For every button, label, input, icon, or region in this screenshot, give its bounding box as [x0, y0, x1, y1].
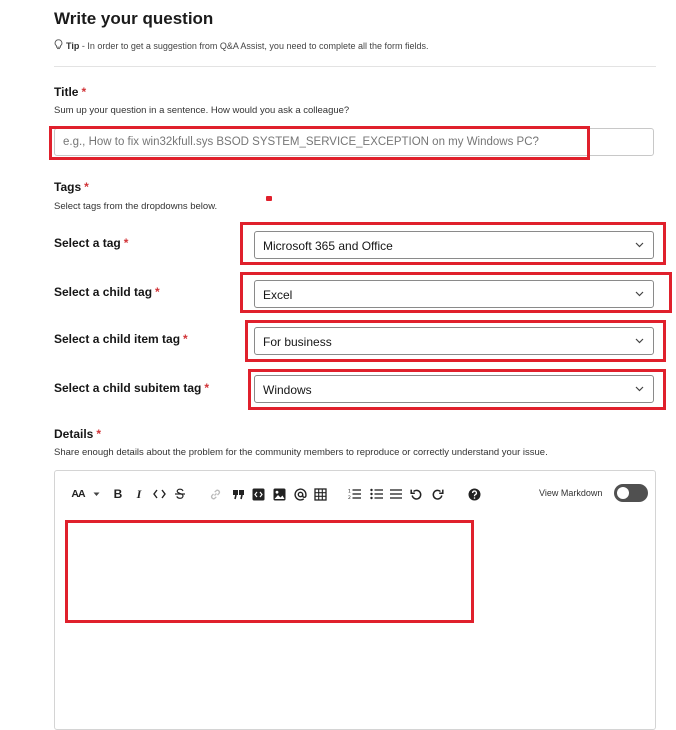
toggle-knob: [617, 487, 629, 499]
lightbulb-icon: [54, 39, 63, 52]
numbered-list-icon[interactable]: 12: [347, 487, 361, 501]
annotation-marker: [266, 196, 272, 201]
tip-label: Tip: [66, 40, 80, 51]
help-icon[interactable]: [467, 487, 481, 501]
divider: [54, 66, 656, 67]
svg-text:2: 2: [348, 495, 351, 500]
code-block-icon[interactable]: [251, 487, 265, 501]
title-hint: Sum up your question in a sentence. How …: [54, 105, 350, 116]
table-icon[interactable]: [313, 487, 327, 501]
select-child-subitem-tag-label: Select a child subitem tag *: [54, 381, 210, 395]
annotation-highlight-child-subitem-tag: [248, 369, 666, 410]
undo-icon[interactable]: [409, 487, 423, 501]
details-label: Details *: [54, 427, 102, 441]
details-hint: Share enough details about the problem f…: [54, 447, 548, 458]
horizontal-rule-icon[interactable]: [389, 487, 403, 501]
required-mark: *: [84, 180, 89, 194]
required-mark: *: [81, 85, 87, 99]
strikethrough-icon[interactable]: [173, 487, 187, 501]
tip-line: Tip - In order to get a suggestion from …: [54, 39, 429, 52]
view-markdown-label: View Markdown: [539, 488, 603, 498]
bullet-list-icon[interactable]: [369, 487, 383, 501]
view-markdown-toggle[interactable]: [614, 484, 648, 502]
italic-button[interactable]: I: [134, 487, 144, 501]
annotation-highlight-child-tag: [240, 272, 672, 313]
mention-icon[interactable]: [293, 487, 307, 501]
svg-text:1: 1: [348, 489, 351, 495]
tags-label: Tags *: [54, 180, 89, 194]
select-tag-label: Select a tag *: [54, 236, 129, 250]
annotation-highlight-tag: [240, 222, 666, 265]
chevron-down-icon[interactable]: [92, 487, 100, 501]
select-child-item-tag-label: Select a child item tag *: [54, 332, 188, 346]
code-icon[interactable]: [152, 487, 166, 501]
tip-text: - In order to get a suggestion from Q&A …: [79, 40, 429, 51]
redo-icon[interactable]: [430, 487, 444, 501]
annotation-highlight-title: [49, 126, 590, 160]
select-child-tag-label: Select a child tag *: [54, 285, 160, 299]
page-title: Write your question: [54, 9, 214, 28]
image-icon[interactable]: [272, 487, 286, 501]
bold-button[interactable]: B: [113, 487, 123, 501]
title-label: Title *: [54, 85, 87, 99]
required-mark: *: [96, 427, 102, 441]
annotation-highlight-editor: [65, 520, 474, 623]
link-icon[interactable]: [208, 487, 222, 501]
annotation-highlight-child-item-tag: [245, 320, 666, 362]
quote-icon[interactable]: [231, 487, 245, 501]
font-size-button[interactable]: AA: [70, 487, 86, 501]
tags-hint: Select tags from the dropdowns below.: [54, 201, 218, 212]
